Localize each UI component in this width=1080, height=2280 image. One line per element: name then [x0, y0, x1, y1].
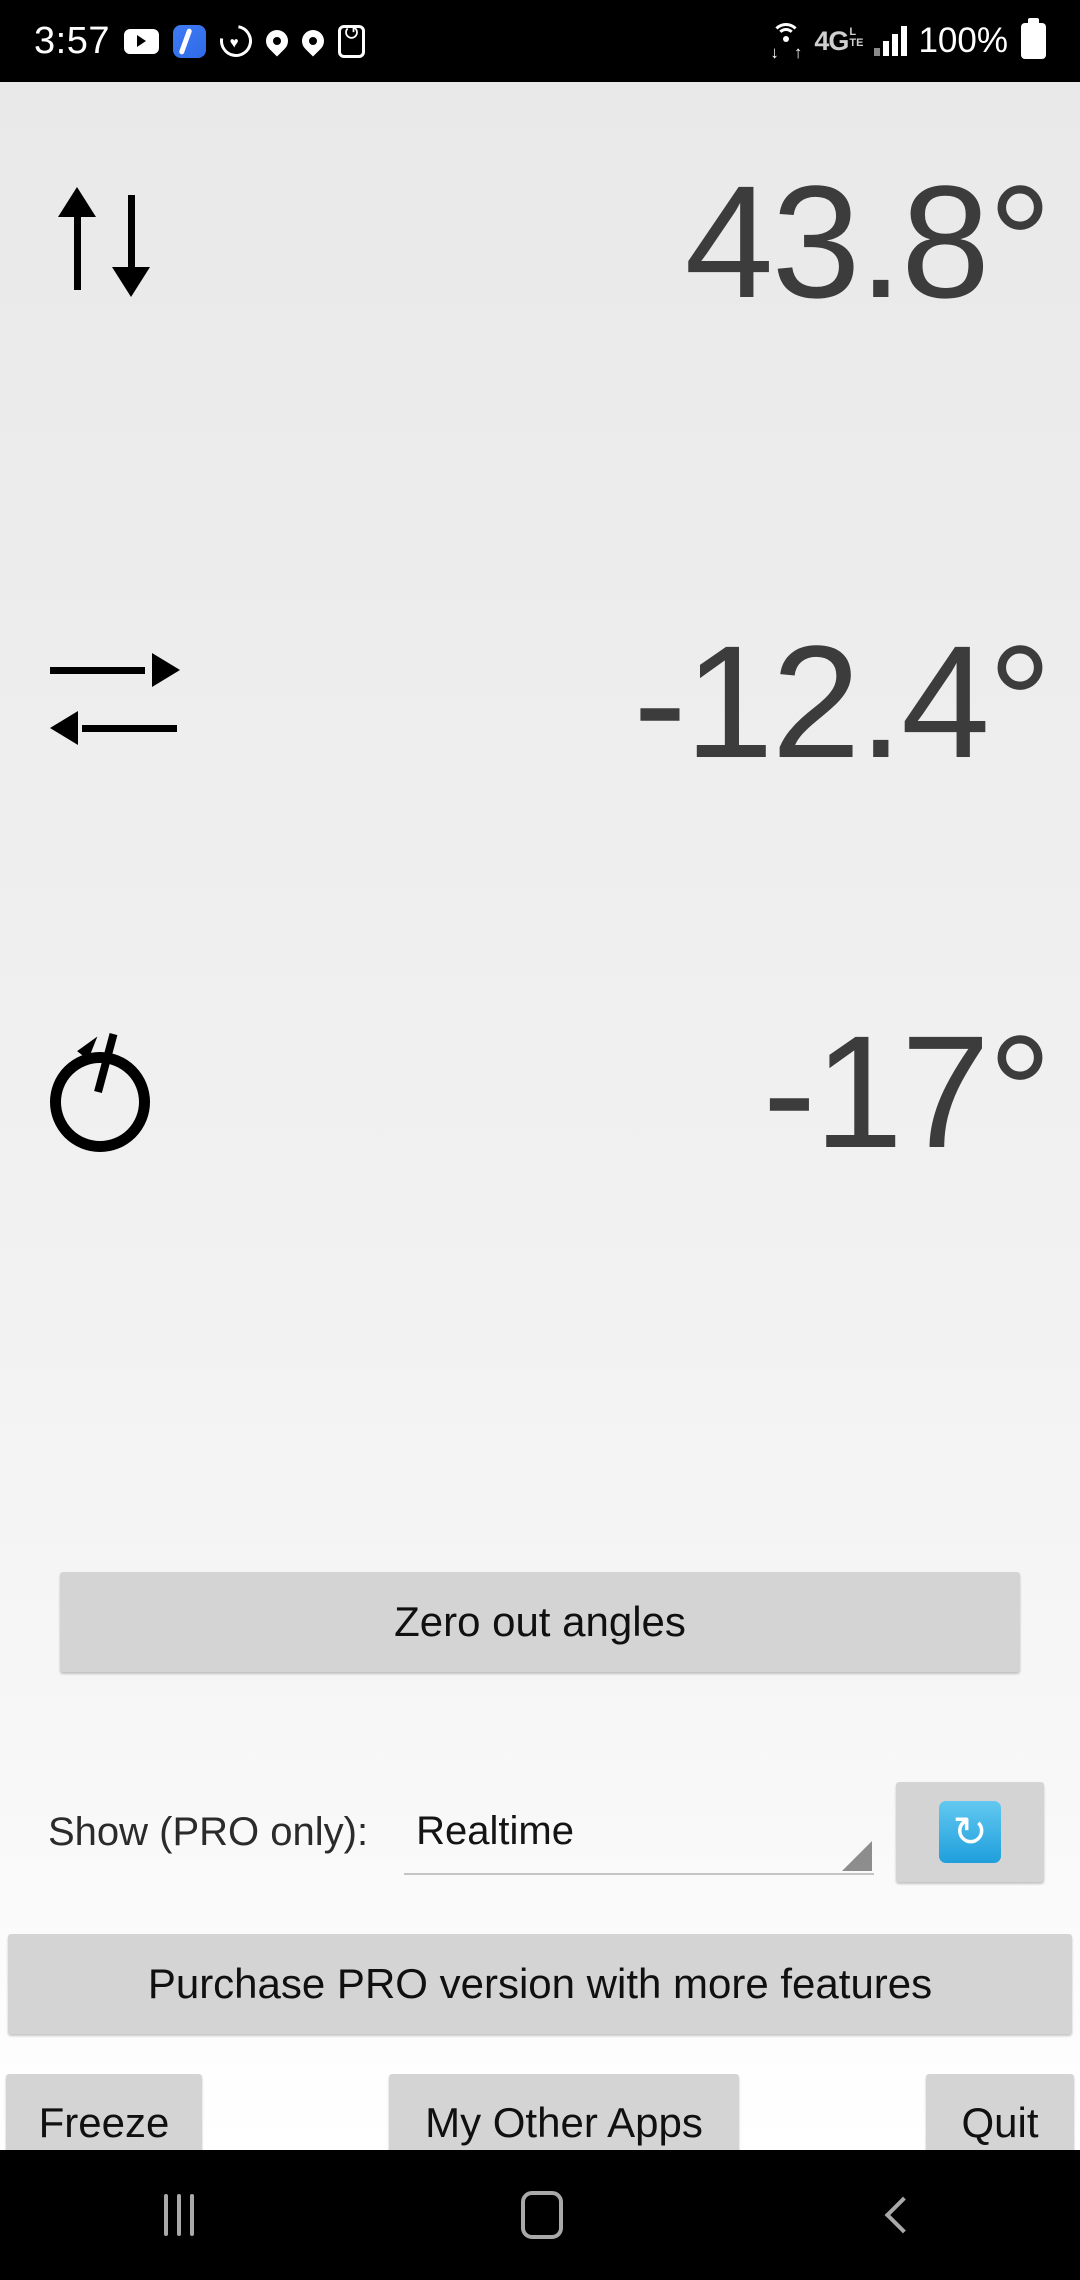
phone-screen: 3:57 ♥ ↓↑ 4G L TE 100% — [0, 0, 1080, 2280]
location-pin-icon-2 — [297, 25, 329, 57]
pitch-value: 43.8° — [684, 152, 1052, 331]
network-label: 4G — [814, 25, 849, 56]
app-content: 43.8° -12.4° -17° Zero out angles Show (… — [0, 82, 1080, 2172]
youtube-icon — [123, 28, 159, 54]
battery-percent-label: 100% — [918, 21, 1008, 60]
back-icon[interactable] — [884, 2196, 922, 2234]
refresh-button[interactable]: ↻ — [896, 1782, 1045, 1882]
network-type-icon: 4G L TE — [814, 26, 863, 57]
reset-timer-icon — [337, 23, 365, 58]
pitch-updown-arrows-icon — [50, 187, 160, 297]
network-sub-bottom: TE — [849, 37, 864, 50]
show-mode-label: Show (PRO only): — [48, 1809, 369, 1854]
blue-app-icon — [172, 24, 206, 58]
location-pin-icon — [261, 25, 293, 57]
readout-azimuth: -17° — [0, 952, 1080, 1232]
status-bar-right: ↓ ↑ 4G L TE 100% — [769, 18, 1046, 61]
battery-full-icon — [1021, 18, 1046, 59]
azimuth-value: -17° — [762, 1002, 1052, 1181]
readout-pitch: 43.8° — [0, 102, 1080, 382]
show-mode-value: Realtime — [416, 1808, 574, 1853]
zero-out-angles-button[interactable]: Zero out angles — [60, 1572, 1020, 1672]
refresh-sync-icon: ↻ — [939, 1801, 1002, 1863]
azimuth-rotation-icon — [50, 1032, 165, 1152]
status-bar-left: 3:57 ♥ — [34, 18, 365, 64]
heart-health-icon: ♥ — [213, 18, 259, 64]
roll-value: -12.4° — [633, 612, 1052, 791]
recents-icon[interactable] — [163, 2194, 194, 2236]
signal-bars-icon — [874, 26, 908, 56]
status-bar-clock: 3:57 — [34, 19, 110, 62]
readout-roll: -12.4° — [0, 562, 1080, 842]
show-mode-spinner[interactable]: Realtime — [404, 1789, 875, 1875]
purchase-pro-button[interactable]: Purchase PRO version with more features — [8, 1934, 1072, 2034]
status-bar: 3:57 ♥ ↓↑ 4G L TE 100% — [0, 0, 1080, 82]
roll-leftright-arrows-icon — [50, 647, 180, 757]
navigation-bar — [0, 2150, 1080, 2280]
wifi-icon: ↓ ↑ — [769, 23, 803, 61]
spinner-dropdown-arrow-icon — [842, 1841, 873, 1871]
home-icon[interactable] — [520, 2191, 563, 2239]
show-mode-row: Show (PRO only): Realtime ↻ — [0, 1772, 1080, 1892]
angle-readouts: 43.8° -12.4° -17° — [0, 82, 1080, 1542]
